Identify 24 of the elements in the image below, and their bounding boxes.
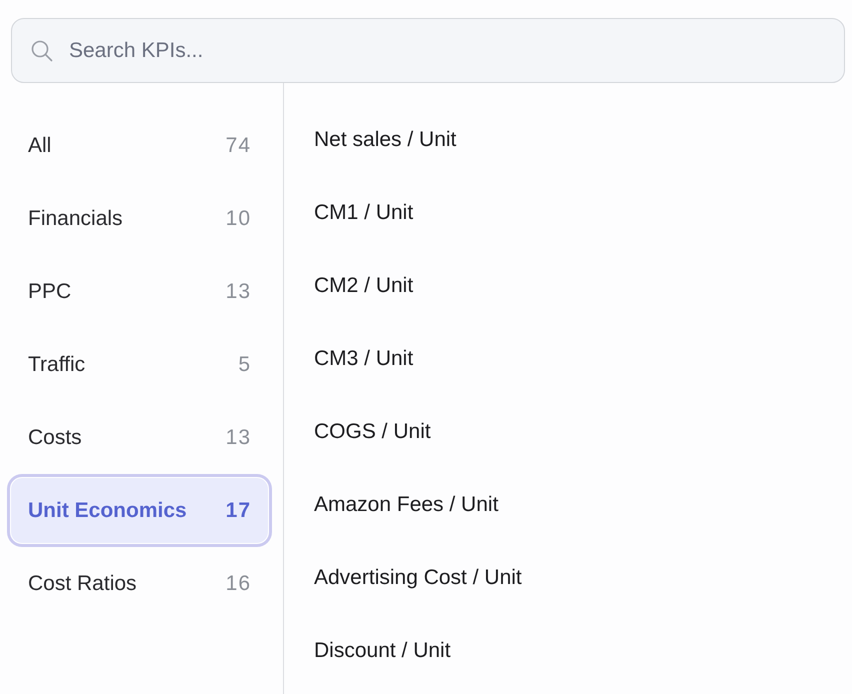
kpi-item[interactable]: Advertising Cost / Unit [314,541,522,614]
kpi-item[interactable]: CM3 / Unit [314,322,414,395]
category-tab[interactable]: PPC 13 [10,258,269,325]
kpi-item[interactable]: Amazon Fees / Unit [314,468,498,541]
item-count: 13 [226,280,251,304]
category-tab[interactable]: All 74 [10,112,269,179]
item-count: 13 [226,426,251,450]
category-tab[interactable]: Financials 10 [10,185,269,252]
category-tab[interactable]: Costs 13 [10,404,269,471]
category-tab[interactable]: Unit Economics 17 [10,477,269,544]
item-count: 10 [226,206,251,230]
kpi-item[interactable]: Net sales / Unit [314,103,456,176]
search-field[interactable]: Search KPIs... [11,18,845,83]
kpi-item[interactable]: CM1 / Unit [314,176,414,249]
item-count: 5 [238,352,251,376]
kpi-item[interactable]: CM2 / Unit [314,249,414,322]
kpi-item[interactable]: Discount / Unit [314,614,451,687]
kpi-item[interactable]: COGS / Unit [314,395,431,468]
category-tab[interactable]: Cost Ratios 16 [10,550,269,617]
search-icon [31,40,53,62]
item-count: 17 [226,498,251,522]
item-count: 16 [226,572,251,596]
category-tab[interactable]: Traffic 5 [10,331,269,398]
item-count: 74 [226,134,251,158]
